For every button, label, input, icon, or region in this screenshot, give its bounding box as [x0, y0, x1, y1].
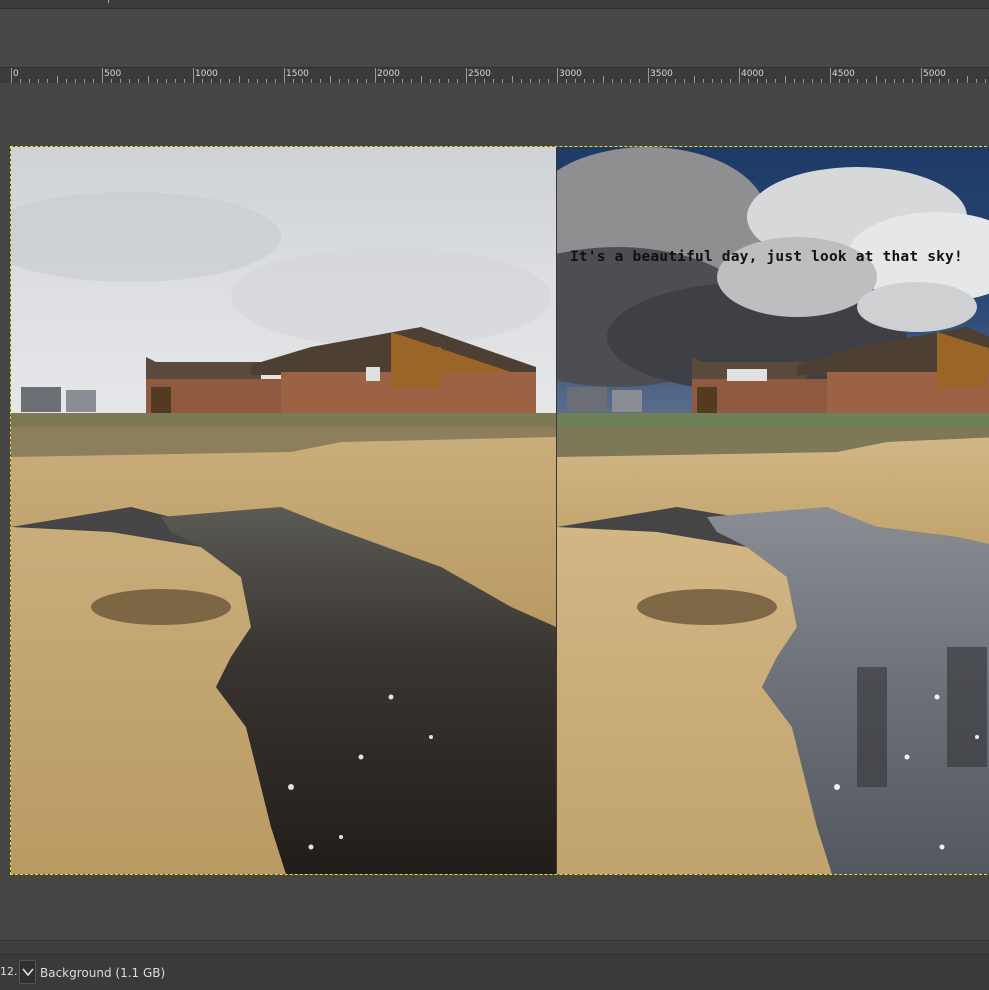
ruler-label-500: 500: [104, 69, 122, 79]
layer-status-text: Background (1.1 GB): [40, 966, 166, 980]
horizontal-scrollbar[interactable]: [0, 940, 989, 954]
ruler-label-3000: 3000: [559, 69, 582, 79]
image-canvas[interactable]: It's a beautiful day, just look at that …: [0, 83, 989, 940]
ruler-label-4500: 4500: [832, 69, 855, 79]
status-bar: 12.2 % Background (1.1 GB): [0, 954, 989, 990]
zoom-value[interactable]: 12.2 %: [0, 965, 18, 978]
ruler-label-1500: 1500: [286, 69, 309, 79]
title-strip: [0, 0, 989, 9]
ruler-label-2000: 2000: [377, 69, 400, 79]
ruler-label-2500: 2500: [468, 69, 491, 79]
ruler-label-1000: 1000: [195, 69, 218, 79]
image-text-layer[interactable]: It's a beautiful day, just look at that …: [570, 249, 963, 265]
chevron-down-icon: [22, 968, 34, 977]
horizontal-ruler[interactable]: 0 500 1000 1500 2000 2500 3000 3500 4000…: [0, 67, 989, 84]
canvas-padding-top: [0, 9, 989, 67]
zoom-dropdown-button[interactable]: [19, 960, 36, 984]
original-photo: [11, 147, 556, 874]
ruler-label-4000: 4000: [741, 69, 764, 79]
ruler-label-5000: 5000: [923, 69, 946, 79]
image-layer-boundary[interactable]: It's a beautiful day, just look at that …: [10, 146, 989, 875]
ruler-label-3500: 3500: [650, 69, 673, 79]
ruler-label-0: 0: [13, 69, 19, 79]
